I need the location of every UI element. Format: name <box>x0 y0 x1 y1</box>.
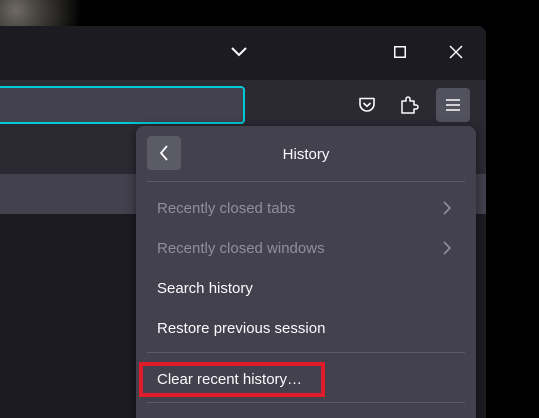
separator <box>147 352 465 353</box>
back-button[interactable] <box>147 136 181 170</box>
close-icon[interactable] <box>436 34 476 70</box>
chevron-left-icon <box>159 145 168 161</box>
separator <box>147 402 465 403</box>
pocket-icon[interactable] <box>350 88 384 122</box>
clear-recent-history-item[interactable]: Clear recent history… <box>147 361 465 397</box>
extensions-icon[interactable] <box>392 88 426 122</box>
panel-header: History <box>136 126 476 182</box>
screen: History Recently closed tabs Recently cl… <box>0 0 539 418</box>
item-label: Recently closed tabs <box>157 199 296 217</box>
recently-closed-windows-item[interactable]: Recently closed windows <box>147 230 465 266</box>
tab-list-chevron-icon[interactable] <box>219 34 259 70</box>
item-label: Clear recent history… <box>157 370 303 388</box>
recently-closed-tabs-item[interactable]: Recently closed tabs <box>147 190 465 226</box>
panel-title: History <box>282 145 330 163</box>
desktop-wallpaper <box>0 0 80 26</box>
restore-previous-session-item[interactable]: Restore previous session <box>147 310 465 346</box>
item-label: Restore previous session <box>157 319 326 337</box>
app-menu-icon[interactable] <box>436 88 470 122</box>
chevron-right-icon <box>443 201 451 215</box>
url-bar[interactable] <box>0 86 245 124</box>
separator <box>147 181 465 182</box>
maximize-icon[interactable] <box>380 34 420 70</box>
item-label: Recently closed windows <box>157 239 325 257</box>
search-history-item[interactable]: Search history <box>147 270 465 306</box>
item-label: Search history <box>157 279 253 297</box>
title-bar <box>0 26 486 80</box>
history-panel: History Recently closed tabs Recently cl… <box>136 126 476 418</box>
chevron-right-icon <box>443 241 451 255</box>
nav-toolbar <box>0 80 486 130</box>
